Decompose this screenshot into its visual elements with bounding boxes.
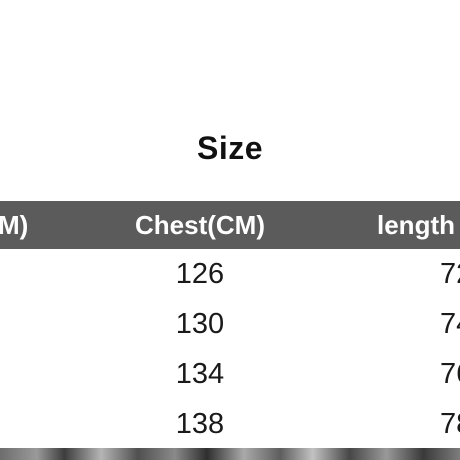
header-size-cm: M)	[0, 210, 29, 240]
table-row: 130 74	[0, 299, 460, 349]
header-chest-cm: Chest(CM)	[135, 210, 265, 240]
chest-cell: 134	[175, 358, 225, 390]
size-chart-page: Size M) Chest(CM) length 126 72 130 74 1…	[0, 0, 460, 460]
header-length: length	[377, 210, 455, 240]
length-cell: 72	[440, 258, 460, 290]
table-row: 138 78	[0, 399, 460, 449]
size-title: Size	[196, 130, 264, 166]
table-header: M) Chest(CM) length	[0, 201, 460, 249]
chest-cell: 126	[175, 258, 225, 290]
product-photo-edge	[0, 448, 460, 460]
chest-cell: 138	[175, 408, 225, 440]
table-row: 126 72	[0, 249, 460, 299]
table-row: 134 76	[0, 349, 460, 399]
length-cell: 78	[440, 408, 460, 440]
length-cell: 74	[440, 308, 460, 340]
chest-cell: 130	[175, 308, 225, 340]
length-cell: 76	[440, 358, 460, 390]
